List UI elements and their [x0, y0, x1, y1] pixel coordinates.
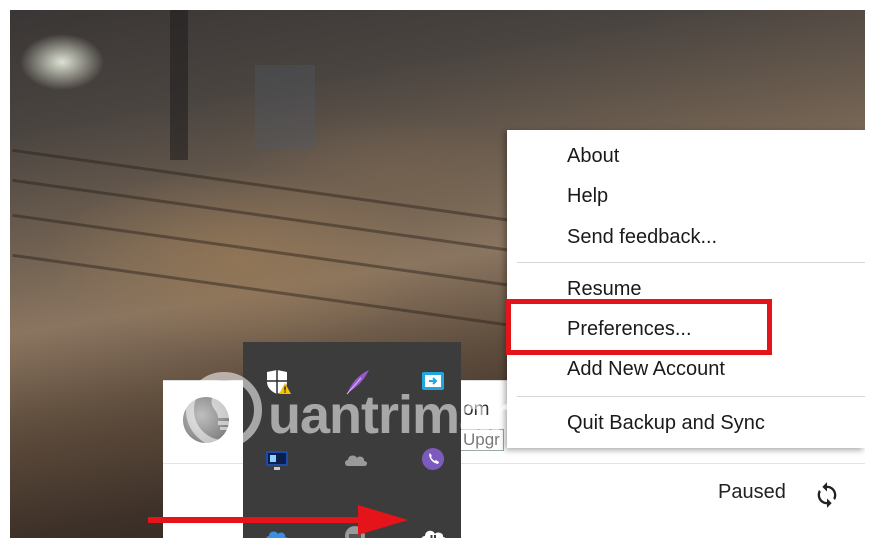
highlight-box	[506, 299, 772, 355]
menu-item-send-feedback[interactable]: Send feedback...	[567, 226, 717, 249]
menu-item-about[interactable]: About	[567, 145, 619, 168]
menu-item-help[interactable]: Help	[567, 185, 608, 208]
menu-item-resume[interactable]: Resume	[567, 278, 641, 301]
sync-icon[interactable]	[813, 481, 841, 509]
lightbulb-logo-icon	[186, 372, 262, 448]
backup-and-sync-icon[interactable]	[417, 518, 449, 538]
desktop-wallpaper: om Upgr Paused About Help Send feedback.…	[10, 10, 865, 538]
watermark-text: uantrimang	[268, 385, 553, 445]
status-text: Paused	[718, 481, 786, 503]
menu-separator	[517, 262, 865, 263]
watermark: uantrimang	[180, 362, 600, 462]
red-arrow	[148, 505, 408, 535]
